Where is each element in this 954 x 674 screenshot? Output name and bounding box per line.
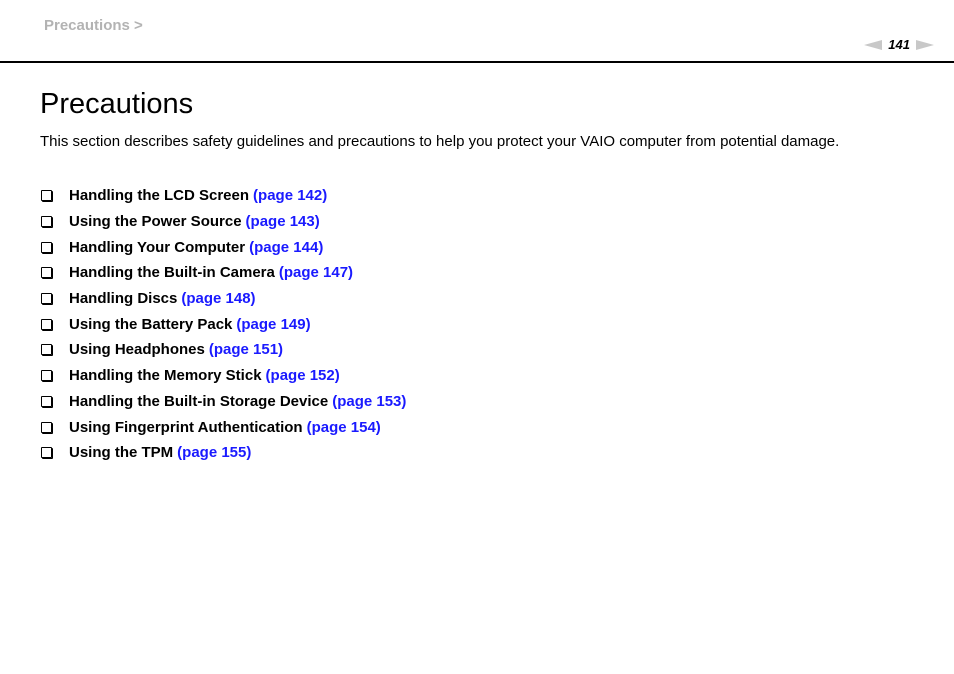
item-label: Handling the Memory Stick <box>69 367 262 385</box>
list-item: Handling the Built-in Storage Device (pag… <box>40 389 406 415</box>
checkbox-bullet-icon <box>41 395 52 407</box>
item-label: Handling the LCD Screen <box>69 187 250 205</box>
page-link[interactable]: (page 144) <box>249 239 323 256</box>
page-link[interactable]: (page 154) <box>307 419 381 436</box>
page-title: Precautions <box>40 88 194 120</box>
item-label: Handling Your Computer <box>69 238 246 256</box>
intro-text: This section describes safety guidelines… <box>40 133 840 150</box>
next-page-icon[interactable] <box>916 39 934 50</box>
list-item: Using Headphones (page 151) <box>40 337 406 363</box>
list-item: Using the Power Source (page 143) <box>40 209 406 235</box>
item-label: Handling the Built-in Camera <box>69 264 275 282</box>
checkbox-bullet-icon <box>41 293 52 305</box>
checkbox-bullet-icon <box>41 344 52 356</box>
item-label: Handling the Built-in Storage Device <box>69 392 329 410</box>
page-link[interactable]: (page 142) <box>253 187 327 204</box>
list-item: Handling the Built-in Camera (page 147) <box>40 260 406 286</box>
page-link[interactable]: (page 149) <box>236 316 310 333</box>
list-item: Using the TPM (page 155) <box>40 440 406 466</box>
previous-page-icon[interactable] <box>864 39 883 50</box>
page-link[interactable]: (page 152) <box>266 367 340 384</box>
checkbox-bullet-icon <box>41 370 52 382</box>
checkbox-bullet-icon <box>41 241 52 253</box>
checkbox-bullet-icon <box>41 447 52 459</box>
page-number: 141 <box>888 37 910 52</box>
page-link[interactable]: (page 148) <box>181 290 255 307</box>
list-item: Using Fingerprint Authentication (page 15… <box>40 414 406 440</box>
item-label: Using the Power Source <box>69 213 242 231</box>
checkbox-bullet-icon <box>41 267 52 279</box>
item-label: Using the Battery Pack <box>69 315 233 333</box>
item-label: Using the TPM <box>69 444 174 462</box>
list-item: Handling the Memory Stick (page 152) <box>40 363 406 389</box>
page-link[interactable]: (page 153) <box>332 393 406 410</box>
item-label: Handling Discs <box>69 290 178 308</box>
list-item: Handling Your Computer (page 144) <box>40 234 406 260</box>
page-link[interactable]: (page 155) <box>177 444 251 461</box>
page-navigator: 141 <box>864 37 934 52</box>
list-item: Handling Discs (page 148) <box>40 286 406 312</box>
header-divider <box>0 61 954 63</box>
item-label: Using Headphones <box>69 341 205 359</box>
checkbox-bullet-icon <box>41 216 52 228</box>
page-link[interactable]: (page 143) <box>246 213 320 230</box>
topic-list: Handling the LCD Screen (page 142) Using … <box>40 183 406 466</box>
breadcrumb: Precautions > <box>44 17 143 34</box>
checkbox-bullet-icon <box>41 190 52 202</box>
page-link[interactable]: (page 151) <box>209 341 283 358</box>
checkbox-bullet-icon <box>41 318 52 330</box>
list-item: Using the Battery Pack (page 149) <box>40 311 406 337</box>
list-item: Handling the LCD Screen (page 142) <box>40 183 406 209</box>
checkbox-bullet-icon <box>41 421 52 433</box>
item-label: Using Fingerprint Authentication <box>69 418 303 436</box>
page-link[interactable]: (page 147) <box>279 264 353 281</box>
